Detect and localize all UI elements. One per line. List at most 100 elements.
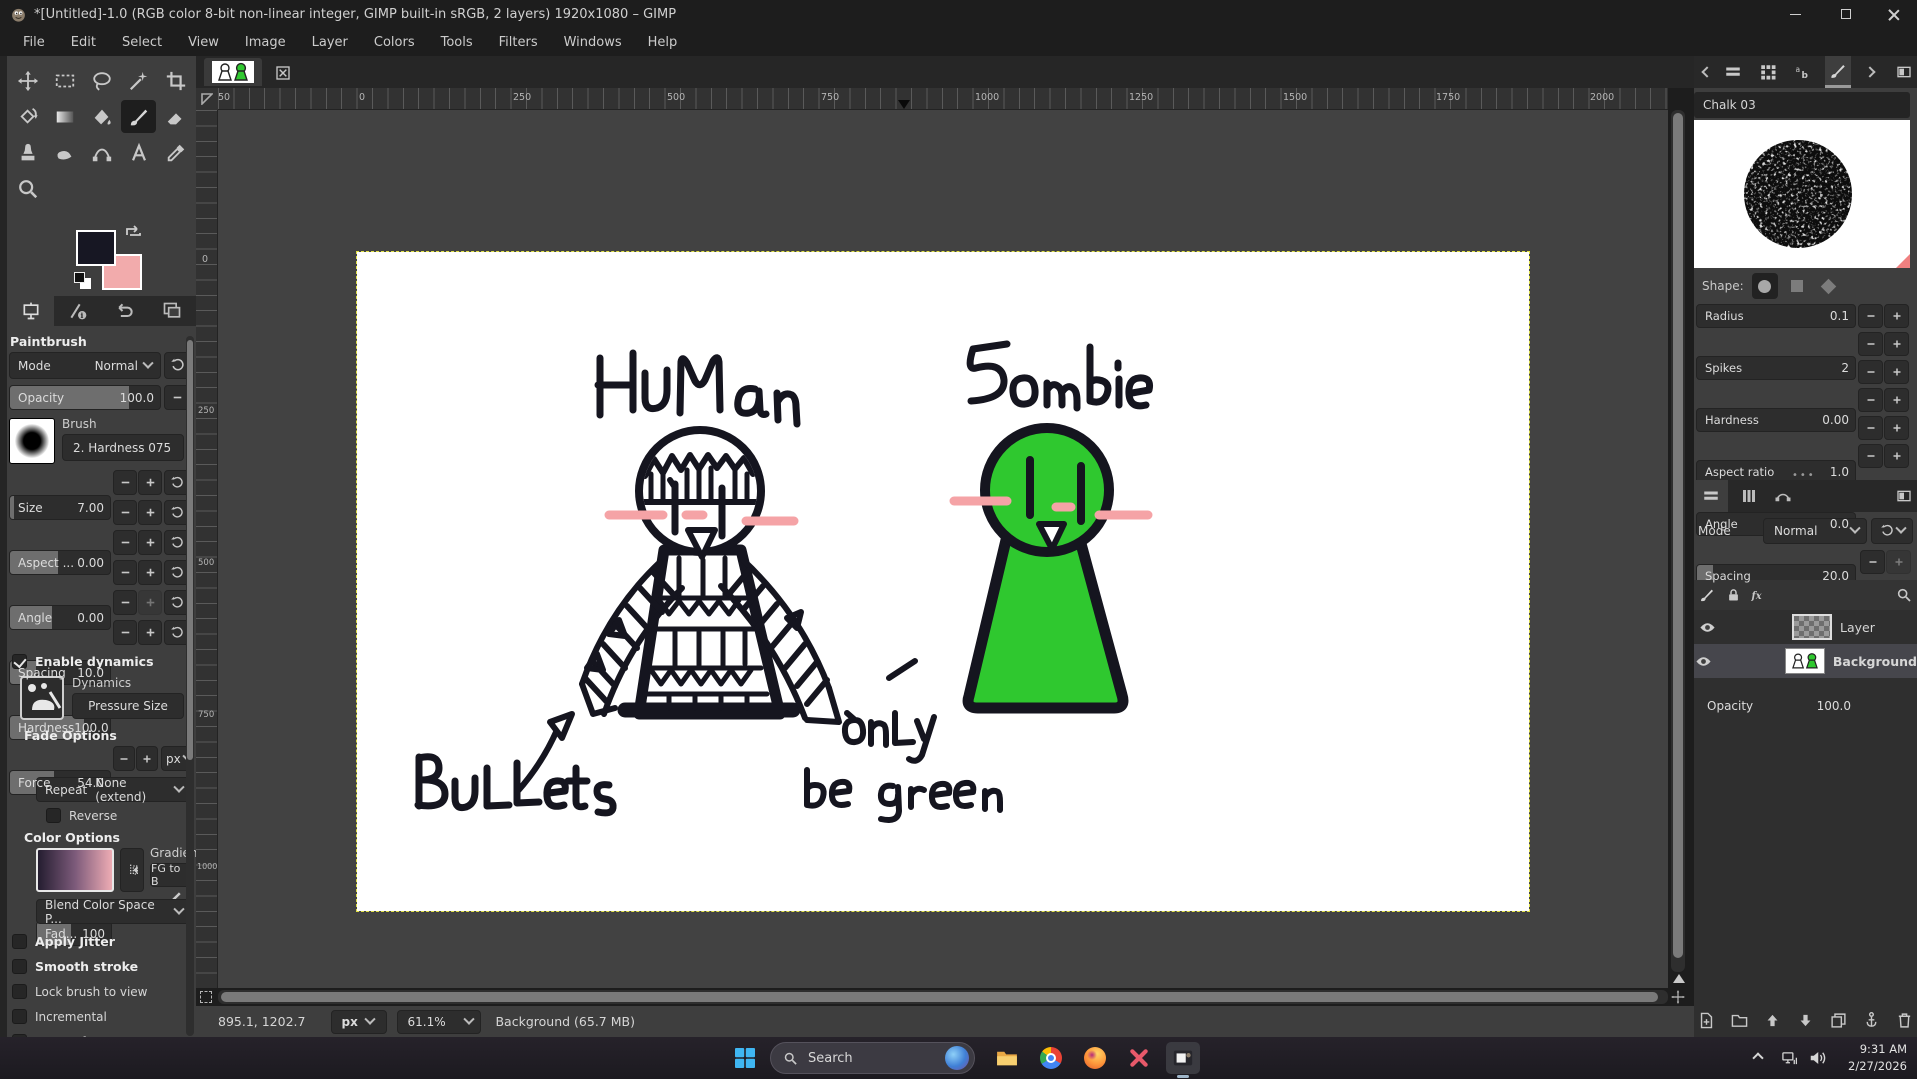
foreground-color-swatch[interactable]	[76, 230, 116, 266]
default-colors-icon[interactable]	[74, 272, 85, 283]
tab-channels[interactable]	[1736, 483, 1762, 509]
zoom-dropdown[interactable]: 61.1%	[397, 1010, 481, 1034]
tool-fuzzy-select[interactable]	[121, 64, 156, 97]
fade-minus-button[interactable]	[113, 746, 135, 771]
minimize-button[interactable]	[1772, 0, 1819, 28]
lock-position-icon[interactable]	[1720, 582, 1746, 608]
tab-patterns[interactable]	[1755, 59, 1781, 85]
tab-tool-options[interactable]	[7, 296, 54, 326]
size-slider[interactable]: Size7.00	[9, 495, 111, 520]
size-minus-button[interactable]	[113, 470, 137, 495]
repeat-dropdown[interactable]: Repeat None (extend)	[36, 777, 190, 802]
vertical-ruler[interactable]: 0 250 500 750 1000	[196, 110, 218, 988]
tool-color-picker[interactable]	[158, 136, 193, 169]
tool-move[interactable]	[10, 64, 45, 97]
tool-options-scrollbar[interactable]	[186, 336, 194, 1036]
tool-zoom[interactable]	[10, 172, 45, 205]
apply-jitter-checkbox[interactable]	[12, 934, 27, 949]
menu-select[interactable]: Select	[109, 35, 175, 50]
fade-plus-button[interactable]	[136, 746, 158, 771]
layer-name[interactable]: Background	[1833, 654, 1917, 669]
chrome-icon[interactable]	[1034, 1042, 1068, 1074]
layer-thumbnail[interactable]	[1792, 614, 1832, 640]
layer-search-icon[interactable]	[1891, 582, 1917, 608]
lock-alpha-icon[interactable]	[1746, 582, 1772, 608]
tool-gradient[interactable]	[47, 100, 82, 133]
scroll-down-arrow-icon[interactable]	[1673, 974, 1685, 983]
shape-circle-button[interactable]	[1752, 273, 1778, 299]
tool-smudge[interactable]	[47, 136, 82, 169]
dynamics-select-button[interactable]: Pressure Size	[72, 693, 184, 719]
radius-minus-button[interactable]	[1858, 304, 1883, 328]
tool-crop[interactable]	[158, 64, 193, 97]
dock-menu-button[interactable]	[1891, 59, 1917, 85]
spacing-minus-button[interactable]	[113, 560, 137, 585]
tab-fonts[interactable]	[1790, 59, 1816, 85]
tool-free-select[interactable]	[84, 64, 119, 97]
menu-colors[interactable]: Colors	[361, 35, 428, 50]
shape-diamond-button[interactable]	[1816, 273, 1842, 299]
force-plus-button[interactable]	[138, 620, 162, 645]
lock-brush-checkbox[interactable]	[12, 984, 27, 999]
smooth-stroke-checkbox[interactable]	[12, 959, 27, 974]
mode-dropdown[interactable]: Mode Normal	[9, 352, 161, 379]
lower-layer-button[interactable]	[1797, 1012, 1814, 1029]
visibility-eye-icon[interactable]	[1694, 648, 1713, 674]
duplicate-layer-button[interactable]	[1830, 1012, 1847, 1029]
spacing-editor-plus-button[interactable]	[1884, 444, 1909, 468]
incremental-checkbox[interactable]	[12, 1009, 27, 1024]
layer-opacity-plus-button[interactable]	[1886, 550, 1911, 574]
background-thumbnail[interactable]	[1785, 648, 1825, 674]
lock-pixels-icon[interactable]	[1694, 582, 1720, 608]
swap-colors-icon[interactable]	[124, 224, 144, 240]
radius-plus-button[interactable]	[1884, 304, 1909, 328]
opacity-slider[interactable]: Opacity 100.0	[9, 385, 161, 410]
close-button[interactable]	[1870, 0, 1917, 28]
aspect-plus-button[interactable]	[138, 500, 162, 525]
start-button[interactable]	[728, 1042, 762, 1074]
taskbar-search[interactable]: Search	[770, 1042, 975, 1074]
size-plus-button[interactable]	[138, 470, 162, 495]
aspect-ratio-plus-button[interactable]	[1884, 388, 1909, 412]
layer-mode-dropdown[interactable]: Normal	[1763, 518, 1867, 544]
incremental-row[interactable]: Incremental	[12, 1009, 107, 1024]
radius-slider[interactable]: Radius0.1	[1696, 304, 1856, 328]
menu-layer[interactable]: Layer	[299, 35, 361, 50]
tab-images[interactable]	[148, 296, 195, 326]
layers-dock-menu-button[interactable]	[1891, 483, 1917, 509]
tool-rectangle-select[interactable]	[47, 64, 82, 97]
shape-square-button[interactable]	[1784, 273, 1810, 299]
dock-prev-button[interactable]	[1694, 59, 1720, 85]
aspect-ratio-minus-button[interactable]	[1858, 388, 1883, 412]
tool-paintbrush[interactable]	[121, 100, 156, 133]
layer-row-layer[interactable]: Layer	[1694, 610, 1917, 644]
layer-row-background[interactable]: Background	[1694, 644, 1917, 678]
aspect-minus-button[interactable]	[113, 500, 137, 525]
tool-transform[interactable]	[10, 100, 45, 133]
tab-brush-editor[interactable]	[1825, 56, 1851, 88]
canvas-image[interactable]	[357, 252, 1529, 911]
gradient-select-button[interactable]: FG to B	[150, 863, 190, 887]
spikes-slider[interactable]: Spikes2	[1696, 356, 1856, 380]
spacing-plus-button[interactable]	[138, 560, 162, 585]
angle-plus-button[interactable]	[138, 530, 162, 555]
menu-view[interactable]: View	[175, 35, 232, 50]
hardness-minus-button[interactable]	[113, 590, 137, 615]
file-explorer-icon[interactable]	[990, 1042, 1024, 1074]
unit-dropdown[interactable]: px	[331, 1010, 387, 1034]
network-icon[interactable]	[1780, 1050, 1800, 1067]
menu-image[interactable]: Image	[232, 35, 299, 50]
brush-select-button[interactable]: 2. Hardness 075	[62, 434, 184, 461]
menu-filters[interactable]: Filters	[486, 35, 551, 50]
tool-paths[interactable]	[84, 136, 119, 169]
spikes-plus-button[interactable]	[1884, 332, 1909, 356]
angle-editor-plus-button[interactable]	[1884, 416, 1909, 440]
tab-paths[interactable]	[1770, 483, 1796, 509]
hardness-plus-button[interactable]	[138, 590, 162, 615]
tab-device-status[interactable]: i	[54, 296, 101, 326]
angle-slider[interactable]: Angle0.00	[9, 605, 111, 630]
close-view-button[interactable]	[270, 60, 296, 86]
tab-undo-history[interactable]	[101, 296, 148, 326]
hardness-editor-minus-button[interactable]	[1858, 360, 1883, 384]
tool-eraser[interactable]	[158, 100, 193, 133]
